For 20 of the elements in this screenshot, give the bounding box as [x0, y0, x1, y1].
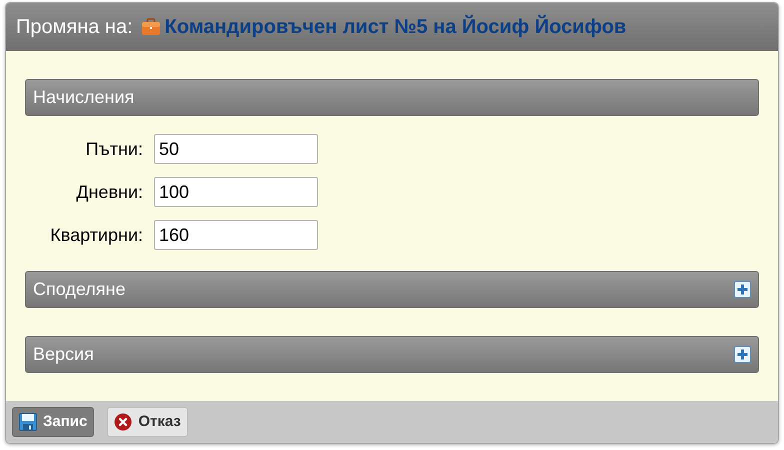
title-prefix: Промяна на:	[16, 15, 133, 40]
save-button[interactable]: Запис	[12, 407, 94, 437]
section-title: Версия	[33, 343, 94, 366]
field-label: Дневни:	[75, 180, 143, 204]
expand-icon[interactable]	[734, 281, 751, 298]
field-label: Квартирни:	[49, 224, 143, 247]
field-label: Пътни:	[84, 138, 143, 160]
input-field[interactable]: 100	[154, 177, 318, 207]
section-header[interactable]: Споделяне	[25, 271, 759, 308]
window-title: Командировъчен лист №5 на Йосиф Йосифов	[164, 14, 626, 40]
section-title: Начисления	[33, 86, 134, 109]
section-header[interactable]: Начисления	[25, 79, 759, 116]
section-title: Споделяне	[33, 278, 126, 301]
cancel-button[interactable]: Отказ	[107, 407, 188, 437]
cancel-icon	[114, 413, 132, 431]
input-field[interactable]: 50	[154, 134, 318, 164]
briefcase-icon	[140, 18, 161, 36]
expand-icon[interactable]	[734, 346, 751, 363]
section-header[interactable]: Версия	[25, 336, 759, 373]
input-field[interactable]: 160	[154, 220, 318, 250]
